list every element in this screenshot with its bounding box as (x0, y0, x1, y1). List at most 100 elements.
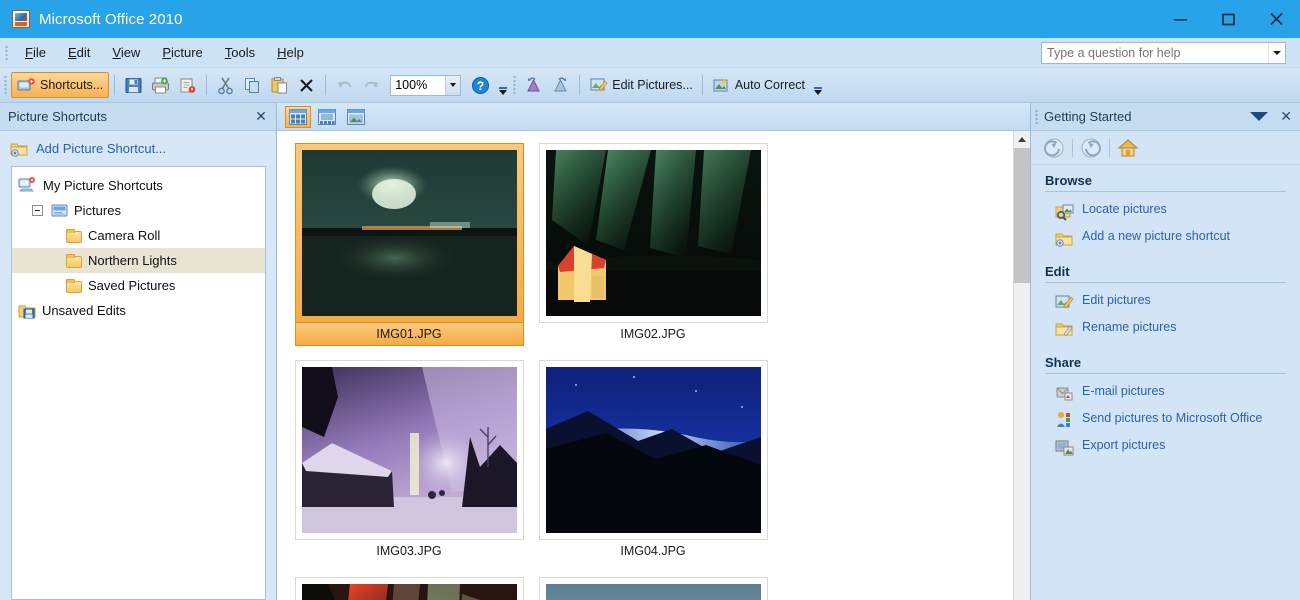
menu-edit[interactable]: Edit (57, 42, 101, 63)
rotate-left-button[interactable] (520, 72, 547, 98)
properties-icon (178, 76, 197, 95)
home-icon[interactable] (1117, 137, 1139, 159)
copy-button[interactable] (239, 72, 266, 98)
thumbnail-image[interactable] (301, 150, 517, 316)
save-button[interactable] (120, 72, 147, 98)
toolbar-grip-1[interactable] (4, 75, 7, 95)
toolbar: Shortcuts... 100% ? Edit Pictures... Aut… (0, 68, 1300, 103)
print-button[interactable] (147, 72, 174, 98)
thumbnail-item[interactable]: IMG03.JPG (289, 360, 529, 563)
thumbnail-item[interactable]: IMG02.JPG (533, 143, 773, 346)
delete-button[interactable] (293, 72, 320, 98)
link-email-pictures[interactable]: E-mail pictures (1045, 380, 1286, 407)
thumbnail-scroll-area: IMG01.JPG IMG02.JPG IMG03.JPG IMG04.JPG (277, 131, 1030, 600)
thumbnail-view-button[interactable] (285, 105, 311, 128)
menu-tools[interactable]: Tools (214, 42, 266, 63)
print-icon (151, 76, 170, 95)
zoom-input[interactable] (391, 78, 446, 92)
window-controls (1156, 0, 1300, 38)
menu-view[interactable]: View (101, 42, 151, 63)
unsaved-edits-icon (18, 303, 36, 319)
link-locate-pictures[interactable]: Locate pictures (1045, 198, 1286, 225)
thumbnail-item[interactable]: IMG01.JPG (289, 143, 529, 346)
close-icon[interactable]: ✕ (252, 108, 270, 126)
toolbar-grip-2[interactable] (513, 75, 517, 95)
maximize-button[interactable] (1204, 0, 1252, 38)
collapse-toggle-icon[interactable] (32, 205, 43, 216)
thumbnail-caption: IMG04.JPG (620, 544, 686, 558)
menu-grip[interactable] (5, 44, 8, 61)
thumbnail-item[interactable]: IMG05.JPG (289, 577, 529, 600)
pane-grip[interactable] (1035, 108, 1038, 125)
chevron-down-icon[interactable] (1268, 43, 1285, 63)
pictures-folder-icon (51, 204, 68, 218)
zoom-combobox[interactable] (390, 74, 462, 96)
tree-item-label: Saved Pictures (88, 278, 176, 293)
edit-pictures-icon (589, 76, 608, 95)
edit-pictures-button[interactable]: Edit Pictures... (585, 72, 697, 98)
undo-button[interactable] (331, 72, 358, 98)
thumbnail-grid: IMG01.JPG IMG02.JPG IMG03.JPG IMG04.JPG (277, 131, 1013, 600)
close-icon[interactable]: ✕ (1280, 108, 1292, 125)
help-search-box[interactable] (1041, 42, 1286, 64)
tree-item-camera-roll[interactable]: Camera Roll (12, 223, 265, 248)
add-picture-shortcut-link[interactable]: Add Picture Shortcut... (0, 131, 276, 166)
forward-icon[interactable] (1080, 137, 1102, 159)
link-edit-pictures[interactable]: Edit pictures (1045, 289, 1286, 316)
link-add-new-picture-shortcut[interactable]: Add a new picture shortcut (1045, 225, 1286, 252)
single-picture-view-button[interactable] (343, 106, 369, 128)
close-button[interactable] (1252, 0, 1300, 38)
tree-item-saved-pictures[interactable]: Saved Pictures (12, 273, 265, 298)
thumbnail-frame (294, 577, 524, 600)
auto-correct-button[interactable]: Auto Correct (708, 72, 809, 98)
thumbnail-item[interactable]: IMG06.JPG (533, 577, 773, 600)
tree-item-pictures[interactable]: Pictures (12, 198, 265, 223)
help-icon: ? (471, 76, 490, 95)
thumbnail-image[interactable] (545, 367, 761, 533)
picture-shortcuts-pane: Picture Shortcuts ✕ Add Picture Shortcut… (0, 103, 277, 600)
thumbnail-image[interactable] (545, 150, 761, 316)
thumbnail-frame (538, 143, 768, 323)
chevron-down-icon[interactable] (1250, 112, 1269, 121)
window-title: Microsoft Office 2010 (39, 10, 183, 28)
minimize-button[interactable] (1156, 0, 1204, 38)
thumbnail-image[interactable] (301, 584, 517, 600)
section-heading-browse: Browse (1045, 173, 1286, 192)
rotate-right-button[interactable] (547, 72, 574, 98)
app-icon (12, 10, 30, 28)
menu-picture[interactable]: Picture (151, 42, 213, 63)
menu-help[interactable]: Help (266, 42, 315, 63)
help-button[interactable]: ? (467, 72, 494, 98)
toolbar-overflow-1[interactable] (496, 73, 509, 97)
thumbnail-item[interactable]: IMG04.JPG (533, 360, 773, 563)
toolbar-overflow-2[interactable] (811, 73, 824, 97)
redo-button[interactable] (358, 72, 385, 98)
back-icon[interactable] (1043, 137, 1065, 159)
cut-button[interactable] (212, 72, 239, 98)
thumbnail-image[interactable] (301, 367, 517, 533)
folder-icon (66, 228, 82, 243)
menu-file[interactable]: File (14, 42, 57, 63)
paste-button[interactable] (266, 72, 293, 98)
rotate-left-icon (524, 76, 543, 95)
section-heading-share: Share (1045, 355, 1286, 374)
link-rename-pictures[interactable]: Rename pictures (1045, 316, 1286, 343)
copy-icon (243, 76, 262, 95)
filmstrip-view-button[interactable] (314, 106, 340, 128)
tree-item-my-picture-shortcuts[interactable]: My Picture Shortcuts (12, 173, 265, 198)
thumbnail-image[interactable] (545, 584, 761, 600)
picture-shortcuts-tree[interactable]: My Picture Shortcuts Pictures Camera Rol… (11, 166, 266, 600)
properties-button[interactable] (174, 72, 201, 98)
help-search-input[interactable] (1042, 46, 1268, 60)
scrollbar-track[interactable] (1014, 283, 1030, 600)
tree-item-northern-lights[interactable]: Northern Lights (12, 248, 265, 273)
chevron-down-icon[interactable] (445, 75, 461, 95)
getting-started-nav (1031, 131, 1300, 165)
scroll-up-icon[interactable] (1014, 131, 1030, 148)
link-export-pictures[interactable]: Export pictures (1045, 434, 1286, 461)
vertical-scrollbar[interactable] (1013, 131, 1030, 600)
shortcuts-button[interactable]: Shortcuts... (11, 72, 110, 98)
tree-item-unsaved-edits[interactable]: Unsaved Edits (12, 298, 265, 323)
scrollbar-thumb[interactable] (1014, 148, 1030, 283)
link-send-pictures-to-microsoft-office[interactable]: Send pictures to Microsoft Office (1045, 407, 1286, 434)
